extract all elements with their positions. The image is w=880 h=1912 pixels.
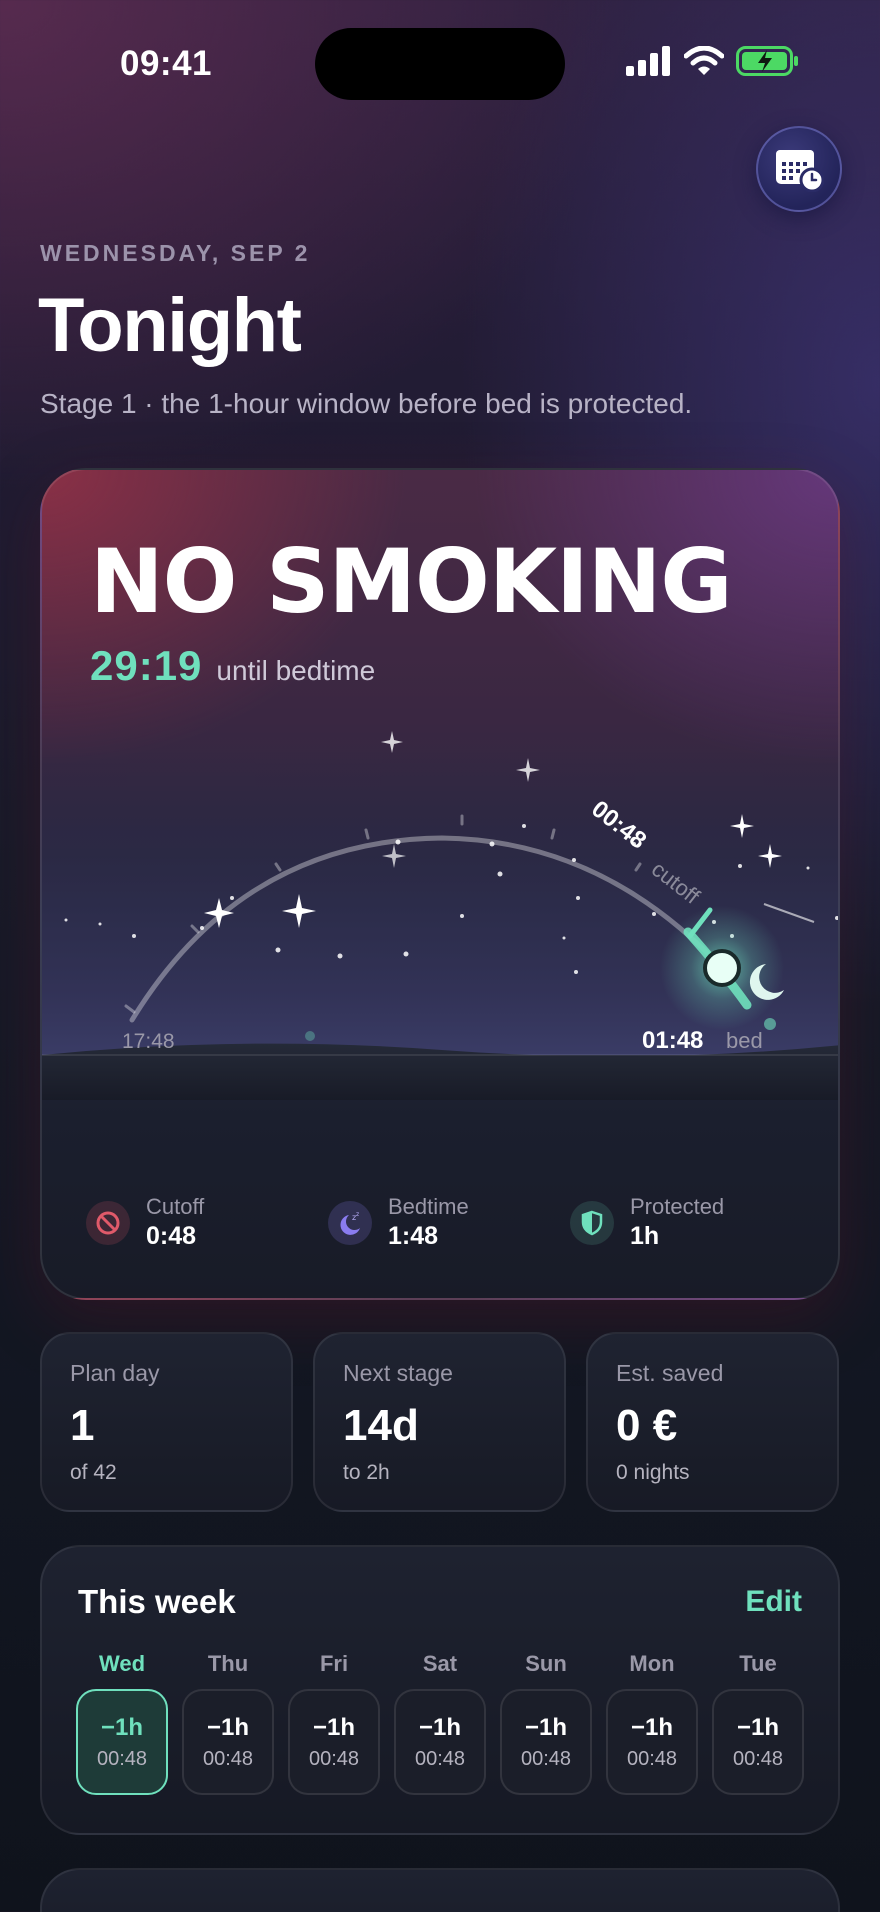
page-subtitle: Stage 1 · the 1-hour window before bed i… bbox=[40, 388, 693, 419]
bed-label: bed bbox=[726, 1028, 763, 1053]
day-chip[interactable]: −1h 00:48 bbox=[182, 1689, 274, 1795]
day-name: Mon bbox=[629, 1651, 675, 1676]
day-chip[interactable]: −1h 00:48 bbox=[712, 1689, 804, 1795]
bed-time-label: 01:48 bbox=[642, 1027, 703, 1054]
tile-value: 0 € bbox=[616, 1401, 678, 1450]
day-name: Thu bbox=[207, 1651, 249, 1676]
day-sun[interactable]: Sun −1h 00:48 bbox=[500, 1651, 592, 1795]
night-sky-arc-scene: 00:48 cutoff 17:48 01:48 bed bbox=[42, 731, 838, 1100]
next-section-card bbox=[40, 1868, 840, 1912]
day-fri[interactable]: Fri −1h 00:48 bbox=[288, 1651, 380, 1795]
day-delta: −1h bbox=[736, 1713, 780, 1741]
week-days: Wed −1h 00:48 Thu −1h 00:48 Fri −1h 00:4… bbox=[76, 1651, 804, 1795]
date-label: WEDNESDAY, SEP 2 bbox=[40, 240, 311, 266]
cellular-signal-icon bbox=[626, 46, 670, 76]
page-title: Tonight bbox=[38, 283, 302, 368]
tile-value: 1 bbox=[70, 1401, 95, 1450]
arc-start-time: 17:48 bbox=[122, 1030, 175, 1053]
day-name: Sat bbox=[422, 1651, 458, 1676]
day-chip[interactable]: −1h 00:48 bbox=[288, 1689, 380, 1795]
day-name: Tue bbox=[739, 1651, 777, 1676]
shield-icon bbox=[570, 1200, 614, 1245]
day-chip[interactable]: −1h 00:48 bbox=[76, 1689, 168, 1795]
svg-text:z: z bbox=[356, 1211, 359, 1218]
day-name: Fri bbox=[319, 1651, 349, 1676]
calendar-schedule-button[interactable] bbox=[756, 126, 842, 212]
day-delta: −1h bbox=[312, 1713, 356, 1741]
week-title: This week bbox=[78, 1583, 236, 1620]
day-time: 00:48 bbox=[626, 1747, 678, 1770]
stat-bedtime: zz Bedtime 1:48 bbox=[328, 1194, 570, 1251]
no-smoking-icon bbox=[86, 1200, 130, 1245]
day-delta: −1h bbox=[630, 1713, 674, 1741]
day-chip[interactable]: −1h 00:48 bbox=[394, 1689, 486, 1795]
stat-value: 1:48 bbox=[388, 1222, 439, 1250]
dynamic-island bbox=[315, 28, 565, 100]
stat-protected: Protected 1h bbox=[570, 1194, 812, 1251]
day-sat[interactable]: Sat −1h 00:48 bbox=[394, 1651, 486, 1795]
wifi-icon bbox=[684, 46, 724, 75]
tile-sub: to 2h bbox=[343, 1461, 390, 1484]
stat-label: Bedtime bbox=[388, 1194, 469, 1219]
day-tue[interactable]: Tue −1h 00:48 bbox=[712, 1651, 804, 1795]
day-time: 00:48 bbox=[520, 1747, 572, 1770]
tile-label: Next stage bbox=[343, 1360, 453, 1386]
tile-sub: of 42 bbox=[70, 1461, 117, 1484]
day-mon[interactable]: Mon −1h 00:48 bbox=[606, 1651, 698, 1795]
day-delta: −1h bbox=[100, 1713, 144, 1741]
status-icons bbox=[626, 46, 800, 76]
day-name: Wed bbox=[98, 1651, 146, 1676]
stat-value: 0:48 bbox=[146, 1222, 197, 1250]
day-time: 00:48 bbox=[202, 1747, 254, 1770]
calendar-clock-icon bbox=[776, 150, 824, 192]
status-time: 09:41 bbox=[120, 44, 213, 83]
countdown-text: until bedtime bbox=[216, 655, 376, 686]
day-time: 00:48 bbox=[732, 1747, 784, 1770]
day-delta: −1h bbox=[524, 1713, 568, 1741]
tile-next-stage[interactable]: Next stage 14d to 2h bbox=[313, 1332, 566, 1512]
day-time: 00:48 bbox=[96, 1747, 148, 1770]
tonight-hero-card: NO SMOKING 29:19 until bedtime 00:48 cut… bbox=[40, 468, 840, 1300]
day-chip[interactable]: −1h 00:48 bbox=[606, 1689, 698, 1795]
stat-cutoff: Cutoff 0:48 bbox=[86, 1194, 328, 1251]
stat-label: Cutoff bbox=[146, 1194, 205, 1219]
tile-label: Plan day bbox=[70, 1360, 160, 1386]
battery-charging-icon bbox=[736, 46, 798, 76]
summary-tiles: Plan day 1 of 42 Next stage 14d to 2h Es… bbox=[40, 1332, 839, 1512]
status-bar: 09:41 bbox=[0, 0, 880, 120]
hero-stats: Cutoff 0:48 zz Bedtime 1:48 Protected 1h bbox=[86, 1194, 812, 1251]
edit-week-button[interactable]: Edit bbox=[745, 1585, 802, 1619]
day-time: 00:48 bbox=[414, 1747, 466, 1770]
countdown: 29:19 until bedtime bbox=[90, 642, 375, 690]
day-wed[interactable]: Wed −1h 00:48 bbox=[76, 1651, 168, 1795]
stat-label: Protected bbox=[630, 1194, 725, 1219]
day-name: Sun bbox=[525, 1651, 567, 1676]
hero-title: NO SMOKING bbox=[90, 530, 733, 633]
this-week-card: This week Edit Wed −1h 00:48 Thu −1h 00:… bbox=[40, 1545, 840, 1835]
now-marker bbox=[703, 949, 741, 987]
tile-sub: 0 nights bbox=[616, 1461, 690, 1484]
day-chip[interactable]: −1h 00:48 bbox=[500, 1689, 592, 1795]
day-time: 00:48 bbox=[308, 1747, 360, 1770]
tile-plan-day[interactable]: Plan day 1 of 42 bbox=[40, 1332, 293, 1512]
tile-value: 14d bbox=[343, 1401, 419, 1450]
tile-label: Est. saved bbox=[616, 1360, 724, 1386]
day-thu[interactable]: Thu −1h 00:48 bbox=[182, 1651, 274, 1795]
day-delta: −1h bbox=[206, 1713, 250, 1741]
countdown-value: 29:19 bbox=[90, 642, 203, 689]
stat-value: 1h bbox=[630, 1222, 660, 1250]
tile-est-saved[interactable]: Est. saved 0 € 0 nights bbox=[586, 1332, 839, 1512]
day-delta: −1h bbox=[418, 1713, 462, 1741]
moon-sleep-icon: zz bbox=[328, 1200, 372, 1245]
